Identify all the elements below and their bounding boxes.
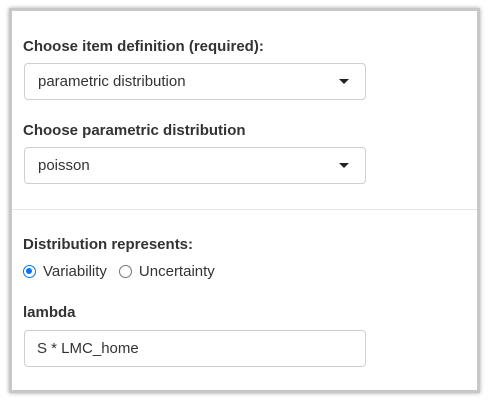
item-definition-select[interactable]: parametric distribution <box>24 63 366 100</box>
parametric-distribution-selected-value: poisson <box>38 157 90 174</box>
radio-label-variability: Variability <box>43 262 107 280</box>
item-definition-label: Choose item definition (required): <box>23 38 264 55</box>
radio-option-uncertainty[interactable]: Uncertainty <box>118 262 215 280</box>
caret-down-icon <box>339 163 349 168</box>
radio-option-variability[interactable]: Variability <box>23 263 107 280</box>
caret-down-icon <box>339 79 349 84</box>
parametric-distribution-label: Choose parametric distribution <box>23 122 246 139</box>
distribution-represents-label: Distribution represents: <box>23 236 194 253</box>
distribution-represents-radio-group: Variability Uncertainty <box>23 261 227 281</box>
radio-checked-icon[interactable] <box>23 264 36 278</box>
parametric-distribution-select[interactable]: poisson <box>24 147 366 184</box>
section-divider <box>12 209 477 210</box>
lambda-label: lambda <box>23 304 76 321</box>
lambda-input[interactable] <box>24 330 366 367</box>
input-panel: Choose item definition (required): param… <box>9 8 480 393</box>
radio-unchecked-icon[interactable] <box>118 264 132 278</box>
item-definition-selected-value: parametric distribution <box>38 73 186 90</box>
radio-label-uncertainty: Uncertainty <box>138 262 215 280</box>
